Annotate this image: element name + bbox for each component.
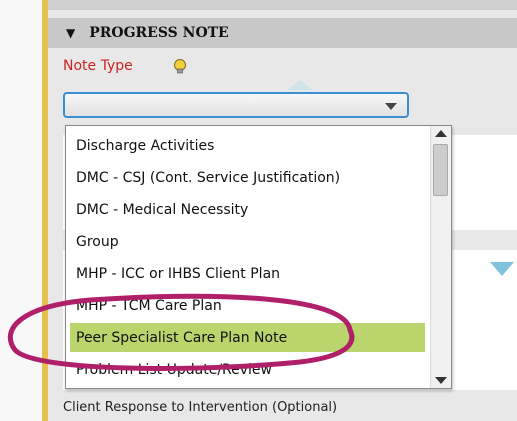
previous-section-edge [48,0,517,10]
collapse-toggle-icon[interactable]: ▼ [66,26,75,40]
note-type-select[interactable] [63,92,409,118]
lightbulb-icon[interactable] [172,58,188,76]
note-type-label: Note Type [63,58,133,74]
section-title: PROGRESS NOTE [89,25,229,41]
section-header[interactable]: ▼ PROGRESS NOTE [48,18,517,48]
dropdown-scrollbar[interactable] [430,126,451,388]
list-item[interactable]: MHP - ICC or IHBS Client Plan [70,259,425,288]
list-item-label: Problem List Update/Review [76,361,272,378]
list-item-label: Discharge Activities [76,137,215,154]
client-response-label: Client Response to Intervention (Optiona… [63,400,338,415]
list-item[interactable]: Discharge Activities [70,131,425,160]
list-item[interactable]: Group [70,227,425,256]
list-item-label: Peer Specialist Care Plan Note [76,329,288,346]
list-item-label: Group [76,233,119,250]
list-item-label: MHP - ICC or IHBS Client Plan [76,265,281,282]
list-item[interactable]: DMC - CSJ (Cont. Service Justification) [70,163,425,192]
list-item[interactable]: DMC - Medical Necessity [70,195,425,224]
scroll-up-icon[interactable] [435,130,447,137]
list-item-selected[interactable]: Peer Specialist Care Plan Note [70,323,425,352]
left-margin [0,0,42,421]
decorative-watermark [288,80,312,90]
scrollbar-thumb[interactable] [433,144,448,196]
list-item-label: DMC - Medical Necessity [76,201,249,218]
decorative-watermark [490,262,514,276]
list-item-label: MHP - TCM Care Plan [76,297,222,314]
list-item[interactable]: Problem List Update/Review [70,355,425,384]
list-item[interactable]: MHP - TCM Care Plan [70,291,425,320]
scroll-down-icon[interactable] [435,377,447,384]
note-type-dropdown-list[interactable]: Discharge Activities DMC - CSJ (Cont. Se… [65,125,452,389]
chevron-down-icon[interactable] [385,103,397,110]
list-item-label: DMC - CSJ (Cont. Service Justification) [76,169,341,186]
